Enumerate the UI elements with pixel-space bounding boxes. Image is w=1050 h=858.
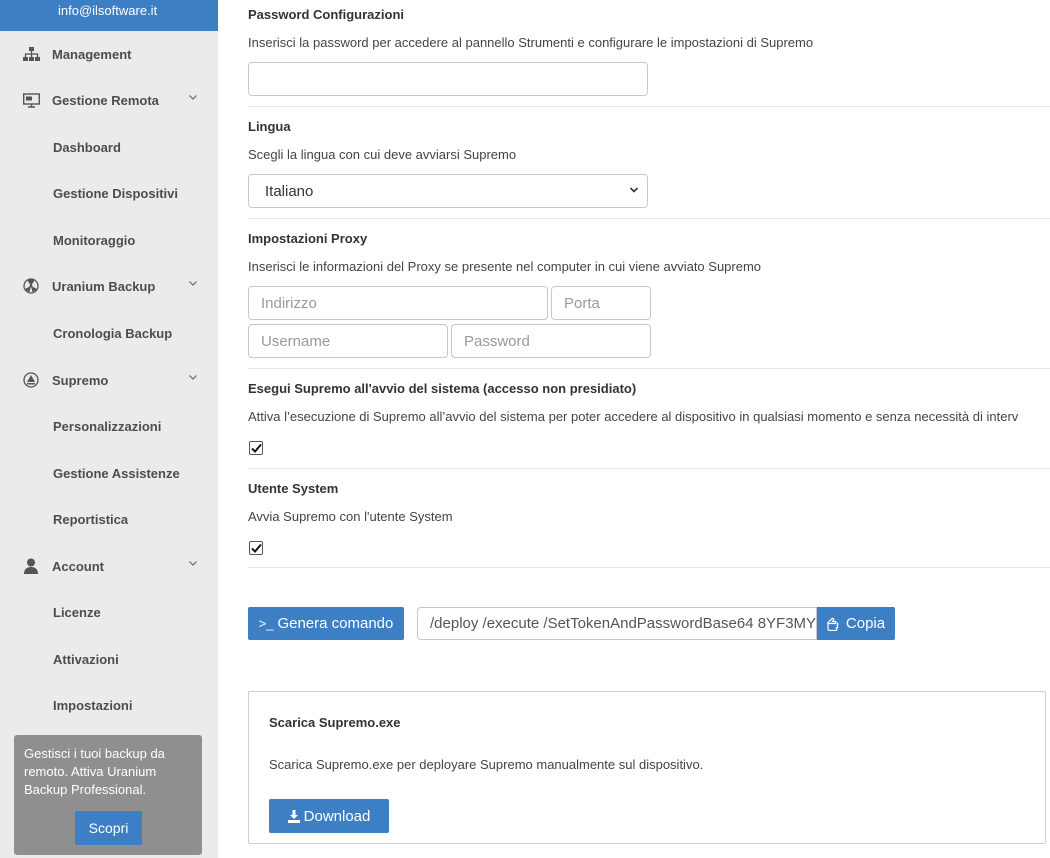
generate-command-label: Genera comando xyxy=(277,615,394,632)
user-icon xyxy=(22,557,40,575)
language-select[interactable]: Italiano xyxy=(248,174,648,208)
sidebar-item-management[interactable]: Management xyxy=(0,32,218,76)
sidebar-item-reportistica[interactable]: Reportistica xyxy=(0,497,218,541)
chevron-down-icon xyxy=(189,375,197,380)
proxy-section-title: Impostazioni Proxy xyxy=(248,231,368,246)
sidebar-item-gestione-dispositivi[interactable]: Gestione Dispositivi xyxy=(0,171,218,215)
command-field[interactable]: /deploy /execute /SetTokenAndPasswordBas… xyxy=(417,607,817,640)
download-panel-description: Scarica Supremo.exe per deployare Suprem… xyxy=(269,757,704,772)
hand-pointer-icon xyxy=(827,617,839,631)
sidebar-item-supremo[interactable]: Supremo xyxy=(0,358,218,402)
checkmark-icon xyxy=(250,443,262,453)
autostart-section-description: Attiva l’esecuzione di Supremo all’avvio… xyxy=(248,409,1019,424)
user-email[interactable]: info@ilsoftware.it xyxy=(0,0,218,31)
sidebar-item-label: Licenze xyxy=(53,604,101,620)
monitor-icon xyxy=(22,91,40,109)
sidebar-item-gestione-assistenze[interactable]: Gestione Assistenze xyxy=(0,451,218,495)
download-label: Download xyxy=(303,807,371,825)
download-panel: Scarica Supremo.exe Scarica Supremo.exe … xyxy=(248,691,1046,844)
divider xyxy=(248,567,1050,568)
proxy-section-description: Inserisci le informazioni del Proxy se p… xyxy=(248,259,762,274)
generate-command-button[interactable]: >_ Genera comando xyxy=(248,607,404,640)
sidebar-item-label: Reportistica xyxy=(53,511,129,527)
divider xyxy=(248,468,1050,469)
sidebar-item-label: Dashboard xyxy=(53,139,121,155)
copy-label: Copia xyxy=(845,615,886,632)
sidebar: info@ilsoftware.it Management Gestione R… xyxy=(0,0,218,858)
sidebar-item-licenze[interactable]: Licenze xyxy=(0,590,218,634)
supremo-icon xyxy=(22,371,40,389)
radiation-icon xyxy=(22,277,40,295)
autostart-section-title: Esegui Supremo all'avvio del sistema (ac… xyxy=(248,381,637,396)
sidebar-item-dashboard[interactable]: Dashboard xyxy=(0,125,218,169)
terminal-icon: >_ xyxy=(258,616,274,631)
language-select-value: Italiano xyxy=(265,182,314,200)
sidebar-item-label: Uranium Backup xyxy=(52,278,156,294)
sidebar-item-impostazioni[interactable]: Impostazioni xyxy=(0,683,218,727)
chevron-down-icon xyxy=(189,561,197,566)
scopri-button[interactable]: Scopri xyxy=(75,811,142,845)
sidebar-item-label: Gestione Assistenze xyxy=(53,465,180,481)
proxy-address-input[interactable]: Indirizzo xyxy=(248,286,548,320)
language-section-description: Scegli la lingua con cui deve avviarsi S… xyxy=(248,147,517,162)
sidebar-item-personalizzazioni[interactable]: Personalizzazioni xyxy=(0,404,218,448)
sidebar-item-label: Personalizzazioni xyxy=(53,418,162,434)
download-panel-title: Scarica Supremo.exe xyxy=(269,715,401,730)
sidebar-item-label: Attivazioni xyxy=(53,651,119,667)
sitemap-icon xyxy=(22,45,40,63)
sidebar-item-account[interactable]: Account xyxy=(0,544,218,588)
sidebar-item-cronologia-backup[interactable]: Cronologia Backup xyxy=(0,311,218,355)
sidebar-item-attivazioni[interactable]: Attivazioni xyxy=(0,637,218,681)
system-user-section-title: Utente System xyxy=(248,481,339,496)
sidebar-item-label: Gestione Remota xyxy=(52,92,159,108)
download-icon xyxy=(287,809,300,823)
sidebar-item-label: Monitoraggio xyxy=(53,232,136,248)
divider xyxy=(248,368,1050,369)
sidebar-item-label: Account xyxy=(52,558,104,574)
promo-text: Gestisci i tuoi backup da remoto. Attiva… xyxy=(24,746,165,797)
password-section-title: Password Configurazioni xyxy=(248,7,405,22)
divider xyxy=(248,218,1050,219)
system-user-checkbox[interactable] xyxy=(249,541,263,555)
download-button[interactable]: Download xyxy=(269,799,389,833)
proxy-username-input[interactable]: Username xyxy=(248,324,448,358)
sidebar-item-gestione-remota[interactable]: Gestione Remota xyxy=(0,78,218,122)
chevron-down-icon xyxy=(629,187,639,193)
sidebar-item-label: Supremo xyxy=(52,372,109,388)
language-section-title: Lingua xyxy=(248,119,291,134)
sidebar-item-label: Cronologia Backup xyxy=(53,325,173,341)
system-user-section-description: Avvia Supremo con l'utente System xyxy=(248,509,453,524)
proxy-port-input[interactable]: Porta xyxy=(551,286,651,320)
sidebar-item-label: Impostazioni xyxy=(53,697,133,713)
copy-button[interactable]: Copia xyxy=(817,607,895,640)
sidebar-item-label: Gestione Dispositivi xyxy=(53,185,178,201)
proxy-password-input[interactable]: Password xyxy=(451,324,651,358)
sidebar-item-uranium-backup[interactable]: Uranium Backup xyxy=(0,264,218,308)
password-config-input[interactable] xyxy=(248,62,648,96)
chevron-down-icon xyxy=(189,281,197,286)
divider xyxy=(248,106,1050,107)
chevron-down-icon xyxy=(189,95,197,100)
checkmark-icon xyxy=(250,543,262,553)
main-content: Password Configurazioni Inserisci la pas… xyxy=(248,0,1050,858)
promo-box: Gestisci i tuoi backup da remoto. Attiva… xyxy=(14,735,202,855)
sidebar-item-monitoraggio[interactable]: Monitoraggio xyxy=(0,218,218,262)
password-section-description: Inserisci la password per accedere al pa… xyxy=(248,35,814,50)
autostart-checkbox[interactable] xyxy=(249,441,263,455)
sidebar-item-label: Management xyxy=(52,46,132,62)
